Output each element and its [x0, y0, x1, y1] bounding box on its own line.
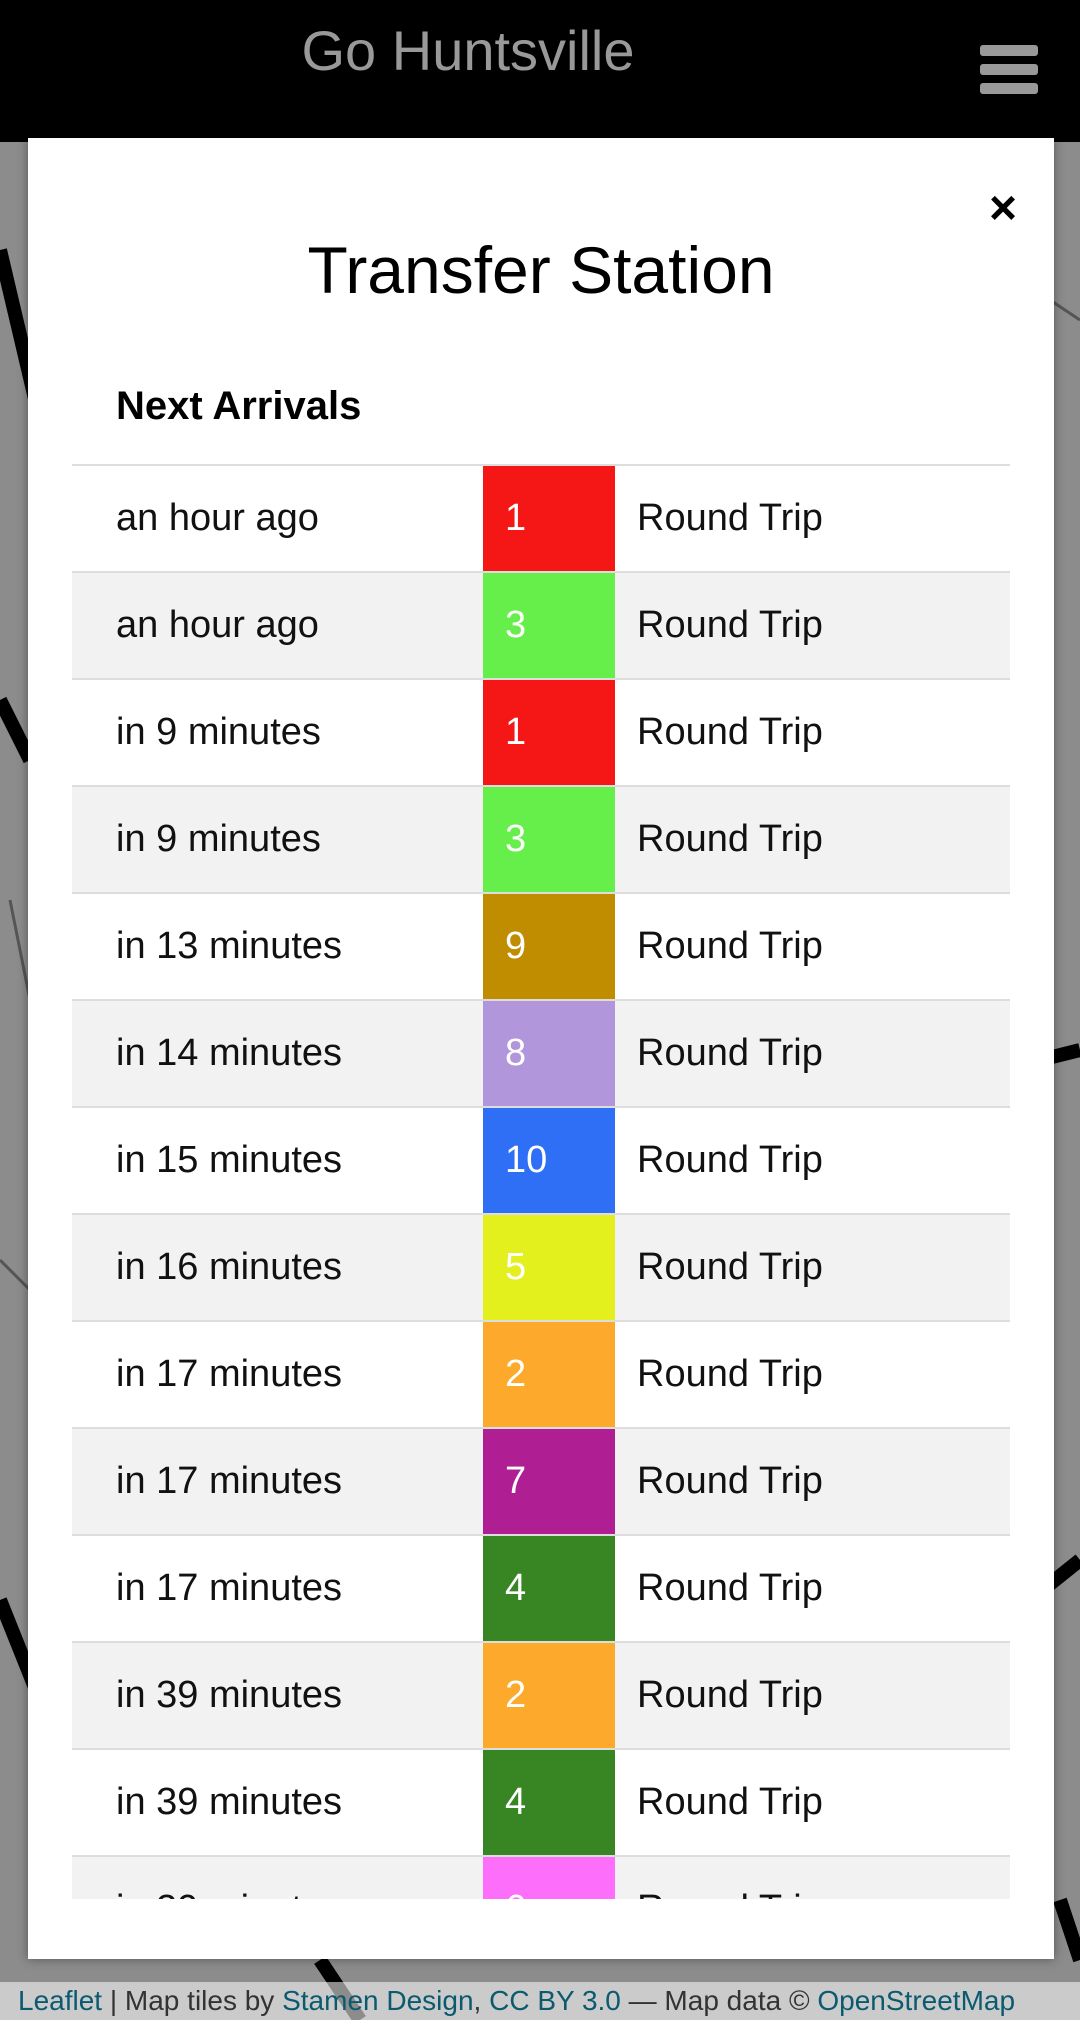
arrival-time: in 17 minutes: [116, 1567, 343, 1609]
stop-modal: × Transfer Station Next Arrivals an hour…: [28, 138, 1054, 1959]
route-badge: 9: [483, 894, 615, 999]
route-badge: 10: [483, 1108, 615, 1213]
arrival-destination: Round Trip: [637, 1353, 823, 1395]
route-badge: 3: [483, 573, 615, 678]
arrival-row: an hour ago 3 Round Trip: [72, 571, 1010, 678]
arrival-destination: Round Trip: [615, 1857, 1010, 1899]
route-badge: 2: [483, 1322, 615, 1427]
arrival-time: in 15 minutes: [116, 1139, 343, 1181]
next-arrivals-heading: Next Arrivals: [116, 384, 362, 428]
route-badge: 2: [483, 1643, 615, 1748]
arrival-destination: Round Trip: [637, 1246, 823, 1288]
arrival-time: in 14 minutes: [116, 1032, 343, 1074]
close-button[interactable]: ×: [978, 184, 1028, 234]
arrival-destination: Round Trip: [637, 1781, 823, 1823]
arrival-time: in 16 minutes: [116, 1246, 343, 1288]
arrival-time: in 9 minutes: [116, 711, 321, 753]
arrival-row: in 39 minutes6Round Trip: [72, 1855, 1010, 1899]
arrival-row: in 39 minutes 4 Round Trip: [72, 1748, 1010, 1855]
arrival-destination: Round Trip: [637, 1674, 823, 1716]
arrival-row: in 15 minutes 10 Round Trip: [72, 1106, 1010, 1213]
arrival-row: in 17 minutes 2 Round Trip: [72, 1320, 1010, 1427]
leaflet-link[interactable]: Leaflet: [18, 1985, 102, 2016]
hamburger-icon[interactable]: [980, 45, 1038, 95]
arrival-row: in 17 minutes 7 Round Trip: [72, 1427, 1010, 1534]
arrival-row: in 16 minutes 5 Round Trip: [72, 1213, 1010, 1320]
arrival-destination: Round Trip: [637, 604, 823, 646]
route-badge: 4: [483, 1750, 615, 1855]
arrival-time: in 17 minutes: [116, 1460, 343, 1502]
attribution-text: | Map tiles by: [102, 1985, 283, 2016]
arrival-destination: Round Trip: [637, 1032, 823, 1074]
arrival-row: in 9 minutes 1 Round Trip: [72, 678, 1010, 785]
map-attribution: Leaflet | Map tiles by Stamen Design, CC…: [0, 1982, 1080, 2020]
arrival-time: in 39 minutes: [72, 1857, 483, 1899]
route-badge: 3: [483, 787, 615, 892]
modal-title: Transfer Station: [307, 233, 775, 307]
arrival-destination: Round Trip: [637, 497, 823, 539]
attribution-text-2: — Map data ©: [620, 1985, 818, 2016]
osm-link[interactable]: OpenStreetMap: [817, 1985, 1015, 2016]
license-link[interactable]: CC BY 3.0: [489, 1985, 621, 2016]
app-header: Go Huntsville: [0, 0, 1080, 142]
arrival-time: in 17 minutes: [116, 1353, 343, 1395]
arrival-destination: Round Trip: [637, 818, 823, 860]
arrival-time: in 39 minutes: [116, 1781, 343, 1823]
arrival-destination: Round Trip: [637, 1567, 823, 1609]
arrival-destination: Round Trip: [637, 1139, 823, 1181]
arrival-destination: Round Trip: [637, 925, 823, 967]
route-badge: 1: [483, 680, 615, 785]
route-badge: 6: [483, 1857, 615, 1899]
arrival-time: in 9 minutes: [116, 818, 321, 860]
route-badge: 1: [483, 466, 615, 571]
arrival-time: an hour ago: [116, 497, 319, 539]
arrivals-table[interactable]: an hour ago 1 Round Trip an hour ago 3 Round …: [72, 464, 1010, 1899]
route-badge: 5: [483, 1215, 615, 1320]
arrival-row: in 14 minutes 8 Round Trip: [72, 999, 1010, 1106]
route-badge: 4: [483, 1536, 615, 1641]
arrival-row: in 39 minutes 2 Round Trip: [72, 1641, 1010, 1748]
arrival-time: an hour ago: [116, 604, 319, 646]
arrival-row: in 17 minutes 4 Round Trip: [72, 1534, 1010, 1641]
arrival-row: in 9 minutes 3 Round Trip: [72, 785, 1010, 892]
attribution-comma: ,: [473, 1985, 490, 2016]
stamen-link[interactable]: Stamen Design: [282, 1985, 473, 2016]
arrival-destination: Round Trip: [637, 1460, 823, 1502]
arrival-row: in 13 minutes 9 Round Trip: [72, 892, 1010, 999]
app-title: Go Huntsville: [301, 19, 635, 82]
route-badge: 7: [483, 1429, 615, 1534]
arrival-destination: Round Trip: [637, 711, 823, 753]
route-badge: 8: [483, 1001, 615, 1106]
arrival-row: an hour ago 1 Round Trip: [72, 464, 1010, 571]
arrival-time: in 39 minutes: [116, 1674, 343, 1716]
arrival-time: in 13 minutes: [116, 925, 343, 967]
